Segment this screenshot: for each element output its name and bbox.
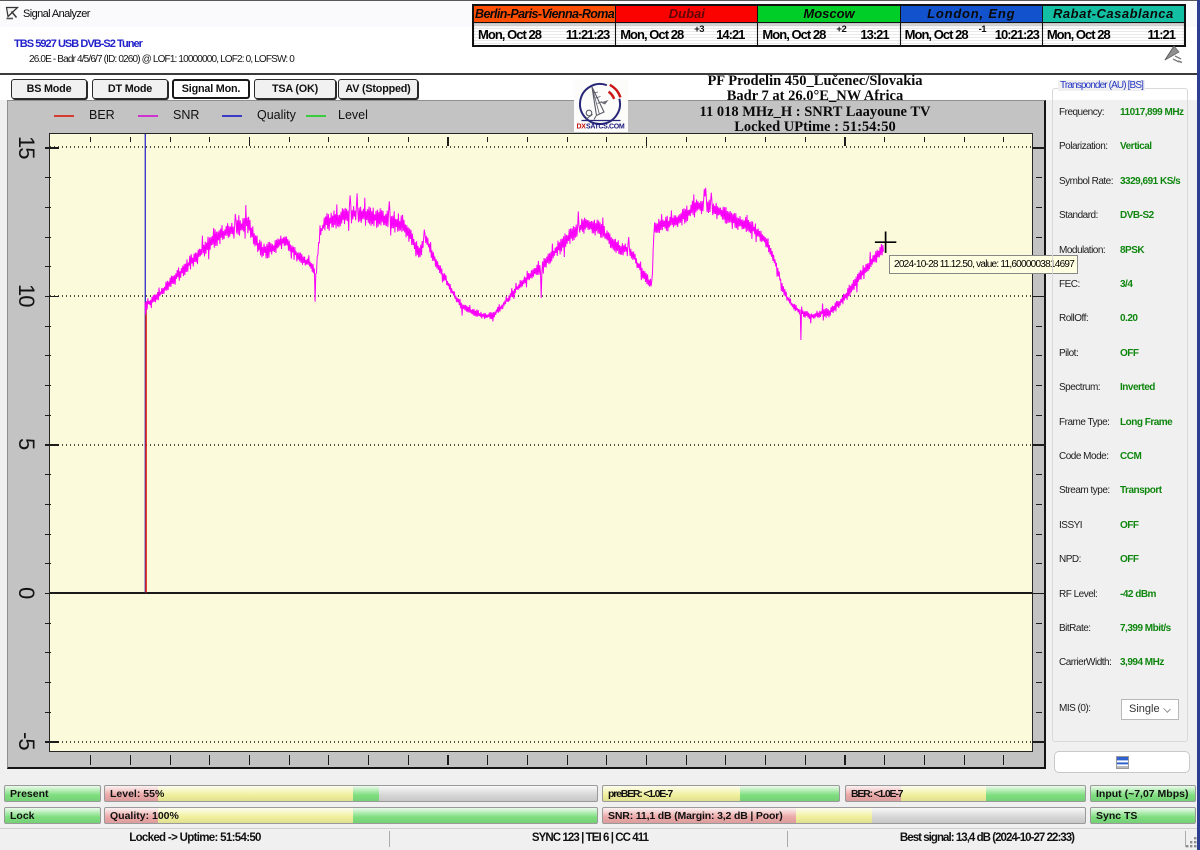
svg-text:DX: DX	[577, 124, 587, 131]
svg-text:SATCS.COM: SATCS.COM	[586, 124, 625, 131]
